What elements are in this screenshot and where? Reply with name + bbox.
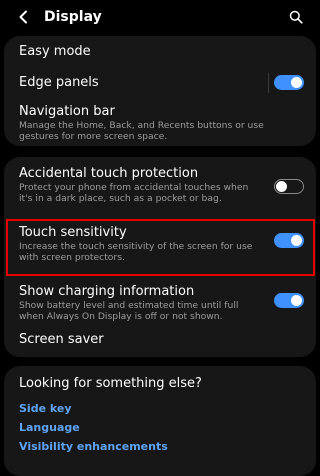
touch-sensitivity-toggle[interactable] [274,233,304,248]
search-button[interactable] [286,7,306,27]
link-language[interactable]: Language [19,421,80,435]
setting-touch-sensitivity[interactable]: Touch sensitivity Increase the touch sen… [4,221,316,273]
setting-edge-panels[interactable]: Edge panels [4,67,316,98]
accidental-touch-toggle[interactable] [274,179,304,194]
toggle-knob [291,235,302,246]
setting-accidental-touch-title: Accidental touch protection [19,166,199,181]
setting-easy-mode-title: Easy mode [19,44,91,59]
setting-charging-info-description: Show battery level and estimated time un… [19,300,239,322]
toggle-knob [276,180,287,192]
setting-charging-info-title: Show charging information [19,284,195,299]
link-side-key[interactable]: Side key [19,402,72,416]
back-button[interactable] [14,7,34,27]
settings-card-display: Easy mode Edge panels Navigation bar Man… [4,36,316,146]
setting-screen-saver[interactable]: Screen saver [4,323,316,357]
setting-charging-info[interactable]: Show charging information Show battery l… [4,279,316,323]
charging-info-toggle[interactable] [274,293,304,308]
setting-navigation-bar[interactable]: Navigation bar Manage the Home, Back, an… [4,98,316,146]
toggle-knob [291,295,302,306]
toggle-knob [291,77,302,88]
top-app-bar: Display [0,0,320,34]
setting-easy-mode[interactable]: Easy mode [4,36,316,67]
setting-accidental-touch-description: Protect your phone from accidental touch… [19,182,249,204]
edge-panels-toggle[interactable] [274,75,304,90]
setting-navigation-bar-description: Manage the Home, Back, and Recents butto… [19,120,264,142]
chevron-left-icon [19,10,27,24]
settings-card-touch: Accidental touch protection Protect your… [4,157,316,357]
link-visibility-enhancements[interactable]: Visibility enhancements [19,440,168,454]
search-icon [289,10,303,24]
setting-edge-panels-title: Edge panels [19,75,99,90]
setting-touch-sensitivity-description: Increase the touch sensitivity of the sc… [19,241,253,263]
setting-navigation-bar-title: Navigation bar [19,104,115,119]
setting-touch-sensitivity-title: Touch sensitivity [19,225,127,240]
page-title: Display [44,9,102,25]
row-divider [268,73,269,93]
setting-accidental-touch[interactable]: Accidental touch protection Protect your… [4,157,316,215]
setting-screen-saver-title: Screen saver [19,332,104,347]
suggestions-title: Looking for something else? [19,376,202,391]
